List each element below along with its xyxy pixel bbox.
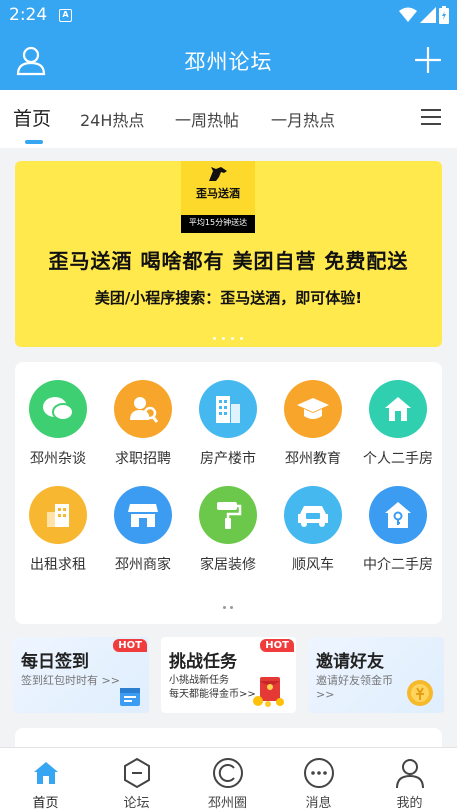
house-icon [369, 380, 427, 438]
nav-label: 论坛 [123, 796, 150, 811]
category-label: 邳州杂谈 [30, 451, 86, 467]
category-label: 个人二手房 [363, 451, 433, 467]
nav-profile[interactable]: 我的 [364, 748, 455, 812]
signal-icon [420, 7, 436, 23]
house-key-icon [369, 486, 427, 544]
chat-bubbles-icon [29, 380, 87, 438]
message-icon [302, 756, 336, 790]
category-item[interactable]: 中介二手房 [355, 486, 441, 574]
category-label: 邳州教育 [285, 451, 341, 467]
tab-bar: 首页 24H热点 一周热帖 一月热点 [0, 90, 457, 148]
notification-icon: A [59, 9, 72, 22]
category-item[interactable]: 家居装修 [185, 486, 271, 574]
red-envelope-icon [253, 677, 284, 707]
status-time: 2:24 [9, 5, 48, 25]
grid-pager [223, 606, 233, 609]
category-item[interactable]: 房产楼市 [185, 380, 271, 468]
category-item[interactable]: 邳州杂谈 [15, 380, 101, 468]
battery-icon [439, 6, 449, 24]
promo-subtitle: 小挑战新任务 每天都能得金币>> [169, 675, 256, 700]
bottom-nav: 首页 论坛 邳州圈 消息 我的 [0, 747, 457, 812]
tab-week-hot[interactable]: 一周热帖 [175, 107, 239, 131]
tab-24h-hot[interactable]: 24H热点 [80, 107, 144, 131]
category-label: 中介二手房 [363, 557, 433, 573]
category-label: 家居装修 [200, 557, 256, 573]
banner-subline: 美团/小程序搜索：歪马送酒，即可体验! [94, 289, 363, 307]
brand-name: 歪马送酒 [196, 187, 240, 200]
daily-checkin-card[interactable]: HOT 每日签到 签到红包时时有 >> [13, 637, 149, 713]
main-content: 歪马送酒 平均15分钟送达 歪马送酒 喝啥都有 美团自营 免费配送 美团/小程序… [0, 148, 457, 768]
nav-label: 首页 [32, 796, 59, 811]
category-label: 出租求租 [30, 557, 86, 573]
banner-pager [213, 337, 243, 340]
promo-subtitle: 签到红包时时有 >> [21, 674, 120, 687]
promo-title: 邀请好友 [316, 652, 384, 672]
category-label: 邳州商家 [115, 557, 171, 573]
nav-label: 邳州圈 [207, 796, 247, 811]
brand-slogan: 平均15分钟送达 [188, 218, 248, 227]
storefront-icon [114, 486, 172, 544]
status-bar: 2:24 A [0, 0, 457, 32]
category-item[interactable]: 顺风车 [270, 486, 356, 574]
category-item[interactable]: 个人二手房 [355, 380, 441, 468]
promo-subtitle: 邀请好友领金币 >> [316, 674, 393, 701]
wifi-icon [399, 7, 417, 22]
promo-title: 每日签到 [21, 652, 89, 672]
tab-month-hot[interactable]: 一月热点 [271, 107, 335, 131]
app-bar: 邳州论坛 [0, 32, 457, 90]
promo-title: 挑战任务 [169, 652, 237, 672]
category-grid: 邳州杂谈 求职招聘 房产楼市 邳州教育 个人二手房 出租求租 邳州商家 家居装修… [15, 362, 442, 624]
category-label: 顺风车 [292, 557, 334, 573]
job-search-icon [114, 380, 172, 438]
nav-label: 我的 [396, 796, 423, 811]
coin-icon [407, 680, 433, 706]
category-label: 求职招聘 [115, 451, 171, 467]
graduation-cap-icon [284, 380, 342, 438]
nav-home[interactable]: 首页 [0, 748, 91, 812]
tab-home[interactable]: 首页 [13, 104, 51, 131]
category-label: 房产楼市 [200, 451, 256, 467]
category-item[interactable]: 邳州商家 [100, 486, 186, 574]
app-title: 邳州论坛 [184, 50, 273, 74]
category-item[interactable]: 出租求租 [15, 486, 101, 574]
building-icon [29, 486, 87, 544]
ad-banner[interactable]: 歪马送酒 平均15分钟送达 歪马送酒 喝啥都有 美团自营 免费配送 美团/小程序… [15, 161, 442, 347]
paint-roller-icon [199, 486, 257, 544]
profile-icon [393, 756, 427, 790]
circle-icon [211, 756, 245, 790]
home-icon [29, 756, 63, 790]
forum-icon [120, 756, 154, 790]
nav-label: 消息 [305, 796, 332, 811]
nav-forum[interactable]: 论坛 [91, 748, 182, 812]
hot-badge: HOT [260, 639, 294, 652]
brand-logo: 歪马送酒 平均15分钟送达 [181, 161, 255, 233]
challenge-task-card[interactable]: HOT 挑战任务 小挑战新任务 每天都能得金币>> [161, 637, 296, 713]
menu-icon[interactable] [421, 109, 441, 127]
nav-circle[interactable]: 邳州圈 [182, 748, 273, 812]
invite-friends-card[interactable]: 邀请好友 邀请好友领金币 >> [308, 637, 444, 713]
banner-headline: 歪马送酒 喝啥都有 美团自营 免费配送 [48, 249, 409, 273]
tab-indicator [25, 140, 43, 144]
calendar-icon [120, 688, 140, 706]
buildings-icon [199, 380, 257, 438]
add-icon[interactable] [413, 45, 443, 75]
hot-badge: HOT [113, 639, 147, 652]
horse-icon [209, 167, 227, 181]
nav-messages[interactable]: 消息 [273, 748, 364, 812]
category-item[interactable]: 求职招聘 [100, 380, 186, 468]
category-item[interactable]: 邳州教育 [270, 380, 356, 468]
car-icon [284, 486, 342, 544]
system-icons [399, 6, 449, 24]
